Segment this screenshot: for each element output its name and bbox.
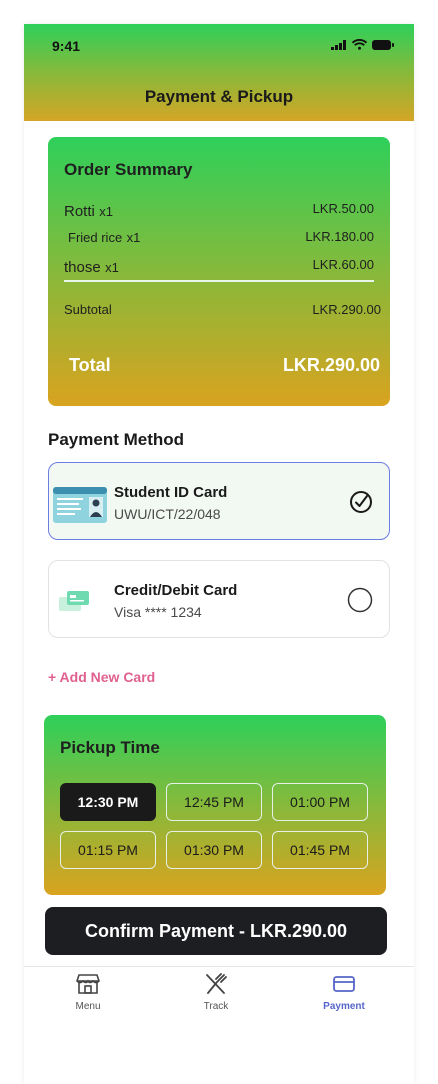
status-icons [331,39,394,50]
time-slot-selected[interactable]: 12:30 PM [60,783,156,821]
order-item: Rotti x1 [64,203,113,221]
tab-label: Menu [75,1001,101,1012]
page-title: Payment & Pickup [144,87,294,106]
time-slot[interactable]: 01:30 PM [166,831,262,869]
signal-icon [331,39,346,50]
payment-option-student-id[interactable]: Student ID Card UWU/ICT/22/048 [48,462,390,540]
utensils-icon [206,973,227,994]
tab-label: Track [203,1001,229,1012]
battery-icon [372,39,394,50]
order-item: those x1 [64,259,119,277]
check-circle-icon[interactable] [349,490,373,514]
payment-option-credit-card[interactable]: Credit/Debit Card Visa **** 1234 [48,560,390,638]
pickup-time-card: Pickup Time 12:30 PM 12:45 PM 01:00 PM 0… [44,715,386,895]
order-summary-card: Order Summary Rotti x1 LKR.50.00 Fried r… [48,137,390,406]
order-item-name: those [64,259,101,276]
phone-frame: 9:41 Payment & Pickup Order Summary Rott… [24,24,414,1084]
total-value: LKR.290.00 [282,355,380,375]
card-icon [333,976,355,992]
payment-option-subtitle: UWU/ICT/22/048 [114,506,221,522]
pickup-time-title: Pickup Time [60,738,160,757]
order-item-name: Fried rice [68,230,123,245]
status-time: 9:41 [52,38,81,54]
tab-menu[interactable]: Menu [48,973,128,1012]
add-new-card-link[interactable]: + Add New Card [48,669,155,685]
total-label: Total [69,355,111,375]
order-item-price: LKR.180.00 [305,229,374,244]
tab-payment[interactable]: Payment [304,973,384,1012]
order-item-name: Rotti [64,203,95,220]
order-item-qty: x1 [126,230,141,245]
wifi-icon [352,39,367,50]
order-summary-title: Order Summary [64,160,193,179]
time-slot[interactable]: 01:00 PM [272,783,368,821]
subtotal-label: Subtotal [64,302,112,317]
payment-method-title: Payment Method [48,430,185,449]
order-item-price: LKR.60.00 [312,257,374,272]
store-icon [76,974,100,994]
bottom-tab-bar: Menu Track Payment [24,966,414,1027]
payment-option-title: Credit/Debit Card [114,582,238,599]
time-slot[interactable]: 12:45 PM [166,783,262,821]
tab-label: Payment [323,1001,365,1012]
order-item-qty: x1 [105,260,119,275]
time-slot[interactable]: 01:45 PM [272,831,368,869]
time-slot[interactable]: 01:15 PM [60,831,156,869]
payment-option-title: Student ID Card [114,484,228,501]
order-item-price: LKR.50.00 [312,201,374,216]
payment-option-subtitle: Visa **** 1234 [114,604,202,620]
student-id-card-icon [53,487,107,523]
subtotal-value: LKR.290.00 [312,302,381,317]
order-item-qty: x1 [99,204,114,219]
tab-track[interactable]: Track [176,973,256,1012]
order-item: Fried rice x1 [68,229,140,247]
summary-divider [64,280,374,282]
radio-empty-icon[interactable] [347,587,373,613]
confirm-payment-button[interactable]: Confirm Payment - LKR.290.00 [45,907,387,955]
header-bar: 9:41 Payment & Pickup [24,24,414,121]
credit-card-icon [59,591,89,611]
